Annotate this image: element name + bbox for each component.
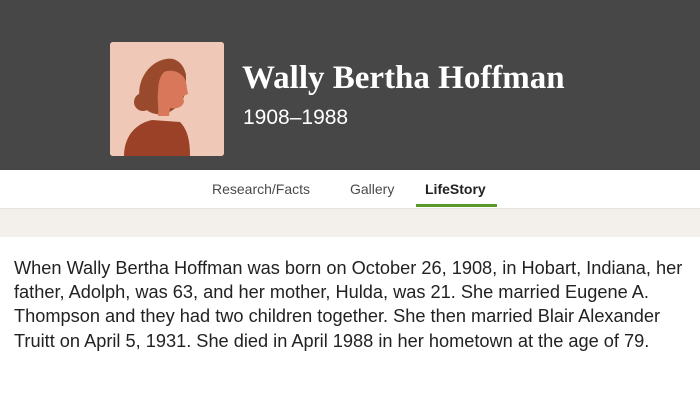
tab-gallery[interactable]: Gallery	[350, 181, 394, 197]
tab-lifestory[interactable]: LifeStory	[425, 181, 486, 197]
female-silhouette-icon	[110, 42, 224, 156]
life-story-text: When Wally Bertha Hoffman was born on Oc…	[14, 258, 683, 351]
tab-bar: Research/Facts Gallery LifeStory	[0, 170, 700, 208]
active-tab-indicator	[416, 204, 497, 207]
profile-header: Wally Bertha Hoffman 1908–1988	[0, 0, 700, 170]
tab-research-facts[interactable]: Research/Facts	[212, 181, 310, 197]
section-divider-band	[0, 208, 700, 237]
avatar	[110, 42, 224, 156]
life-years: 1908–1988	[243, 106, 349, 129]
person-name: Wally Bertha Hoffman	[242, 60, 565, 96]
